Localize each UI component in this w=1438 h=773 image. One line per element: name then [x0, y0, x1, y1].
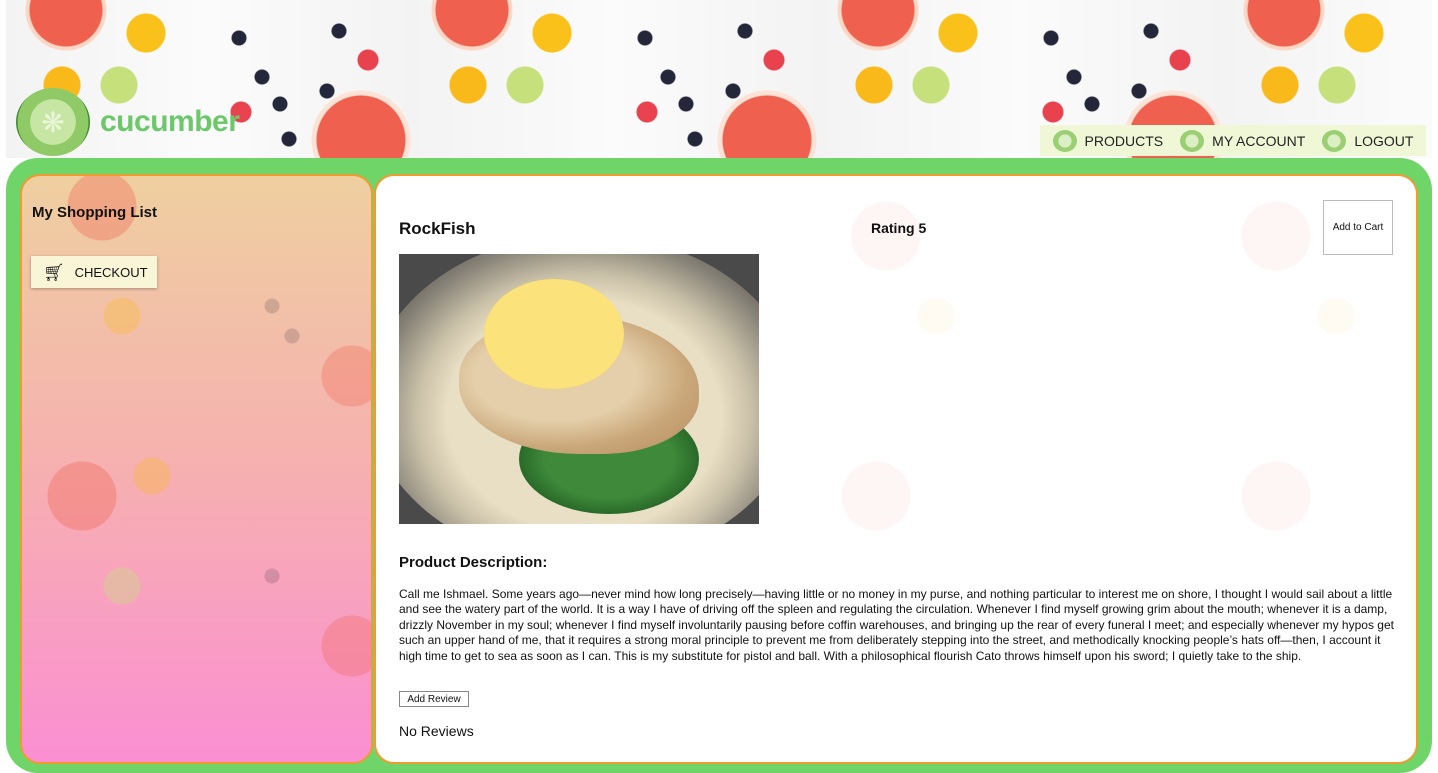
checkout-button[interactable]: 🛒︎ CHECKOUT [31, 256, 157, 288]
shopping-cart-icon: 🛒︎ [43, 262, 65, 282]
nav-item-label: PRODUCTS [1084, 132, 1164, 149]
reviews-status: No Reviews [399, 723, 474, 739]
checkout-label: CHECKOUT [74, 264, 148, 280]
cucumber-slice-icon [1180, 129, 1205, 152]
add-to-cart-button[interactable]: Add to Cart [1323, 200, 1393, 255]
cucumber-slice-icon: ❋ [16, 88, 90, 156]
lemon-slice-shape [484, 279, 624, 389]
cucumber-slice-icon [1052, 129, 1077, 152]
product-description: Call me Ishmael. Some years ago—never mi… [399, 587, 1394, 663]
nav-item-label: MY ACCOUNT [1212, 132, 1306, 149]
top-nav: PRODUCTS MY ACCOUNT LOGOUT [1040, 125, 1426, 156]
nav-item-my-account[interactable]: MY ACCOUNT [1180, 129, 1306, 152]
product-name: RockFish [399, 219, 476, 238]
shopping-list-sidebar: My Shopping List 🛒︎ CHECKOUT [20, 174, 373, 764]
product-rating: Rating 5 [871, 220, 927, 236]
product-image [399, 254, 759, 524]
add-review-button[interactable]: Add Review [399, 691, 469, 707]
nav-item-logout[interactable]: LOGOUT [1322, 129, 1414, 152]
product-detail-panel: RockFish Rating 5 Add to Cart Product De… [374, 174, 1418, 764]
nav-item-products[interactable]: PRODUCTS [1052, 129, 1164, 152]
cucumber-slice-icon [1322, 129, 1347, 152]
shopping-list-title: My Shopping List [32, 204, 157, 221]
brand-logo[interactable]: ❋ cucumber [16, 88, 240, 156]
description-heading: Product Description: [399, 554, 548, 571]
nav-item-label: LOGOUT [1354, 132, 1414, 149]
header-banner: ❋ cucumber PRODUCTS MY ACCOUNT LOGOUT [6, 0, 1432, 158]
brand-name: cucumber [100, 105, 240, 138]
